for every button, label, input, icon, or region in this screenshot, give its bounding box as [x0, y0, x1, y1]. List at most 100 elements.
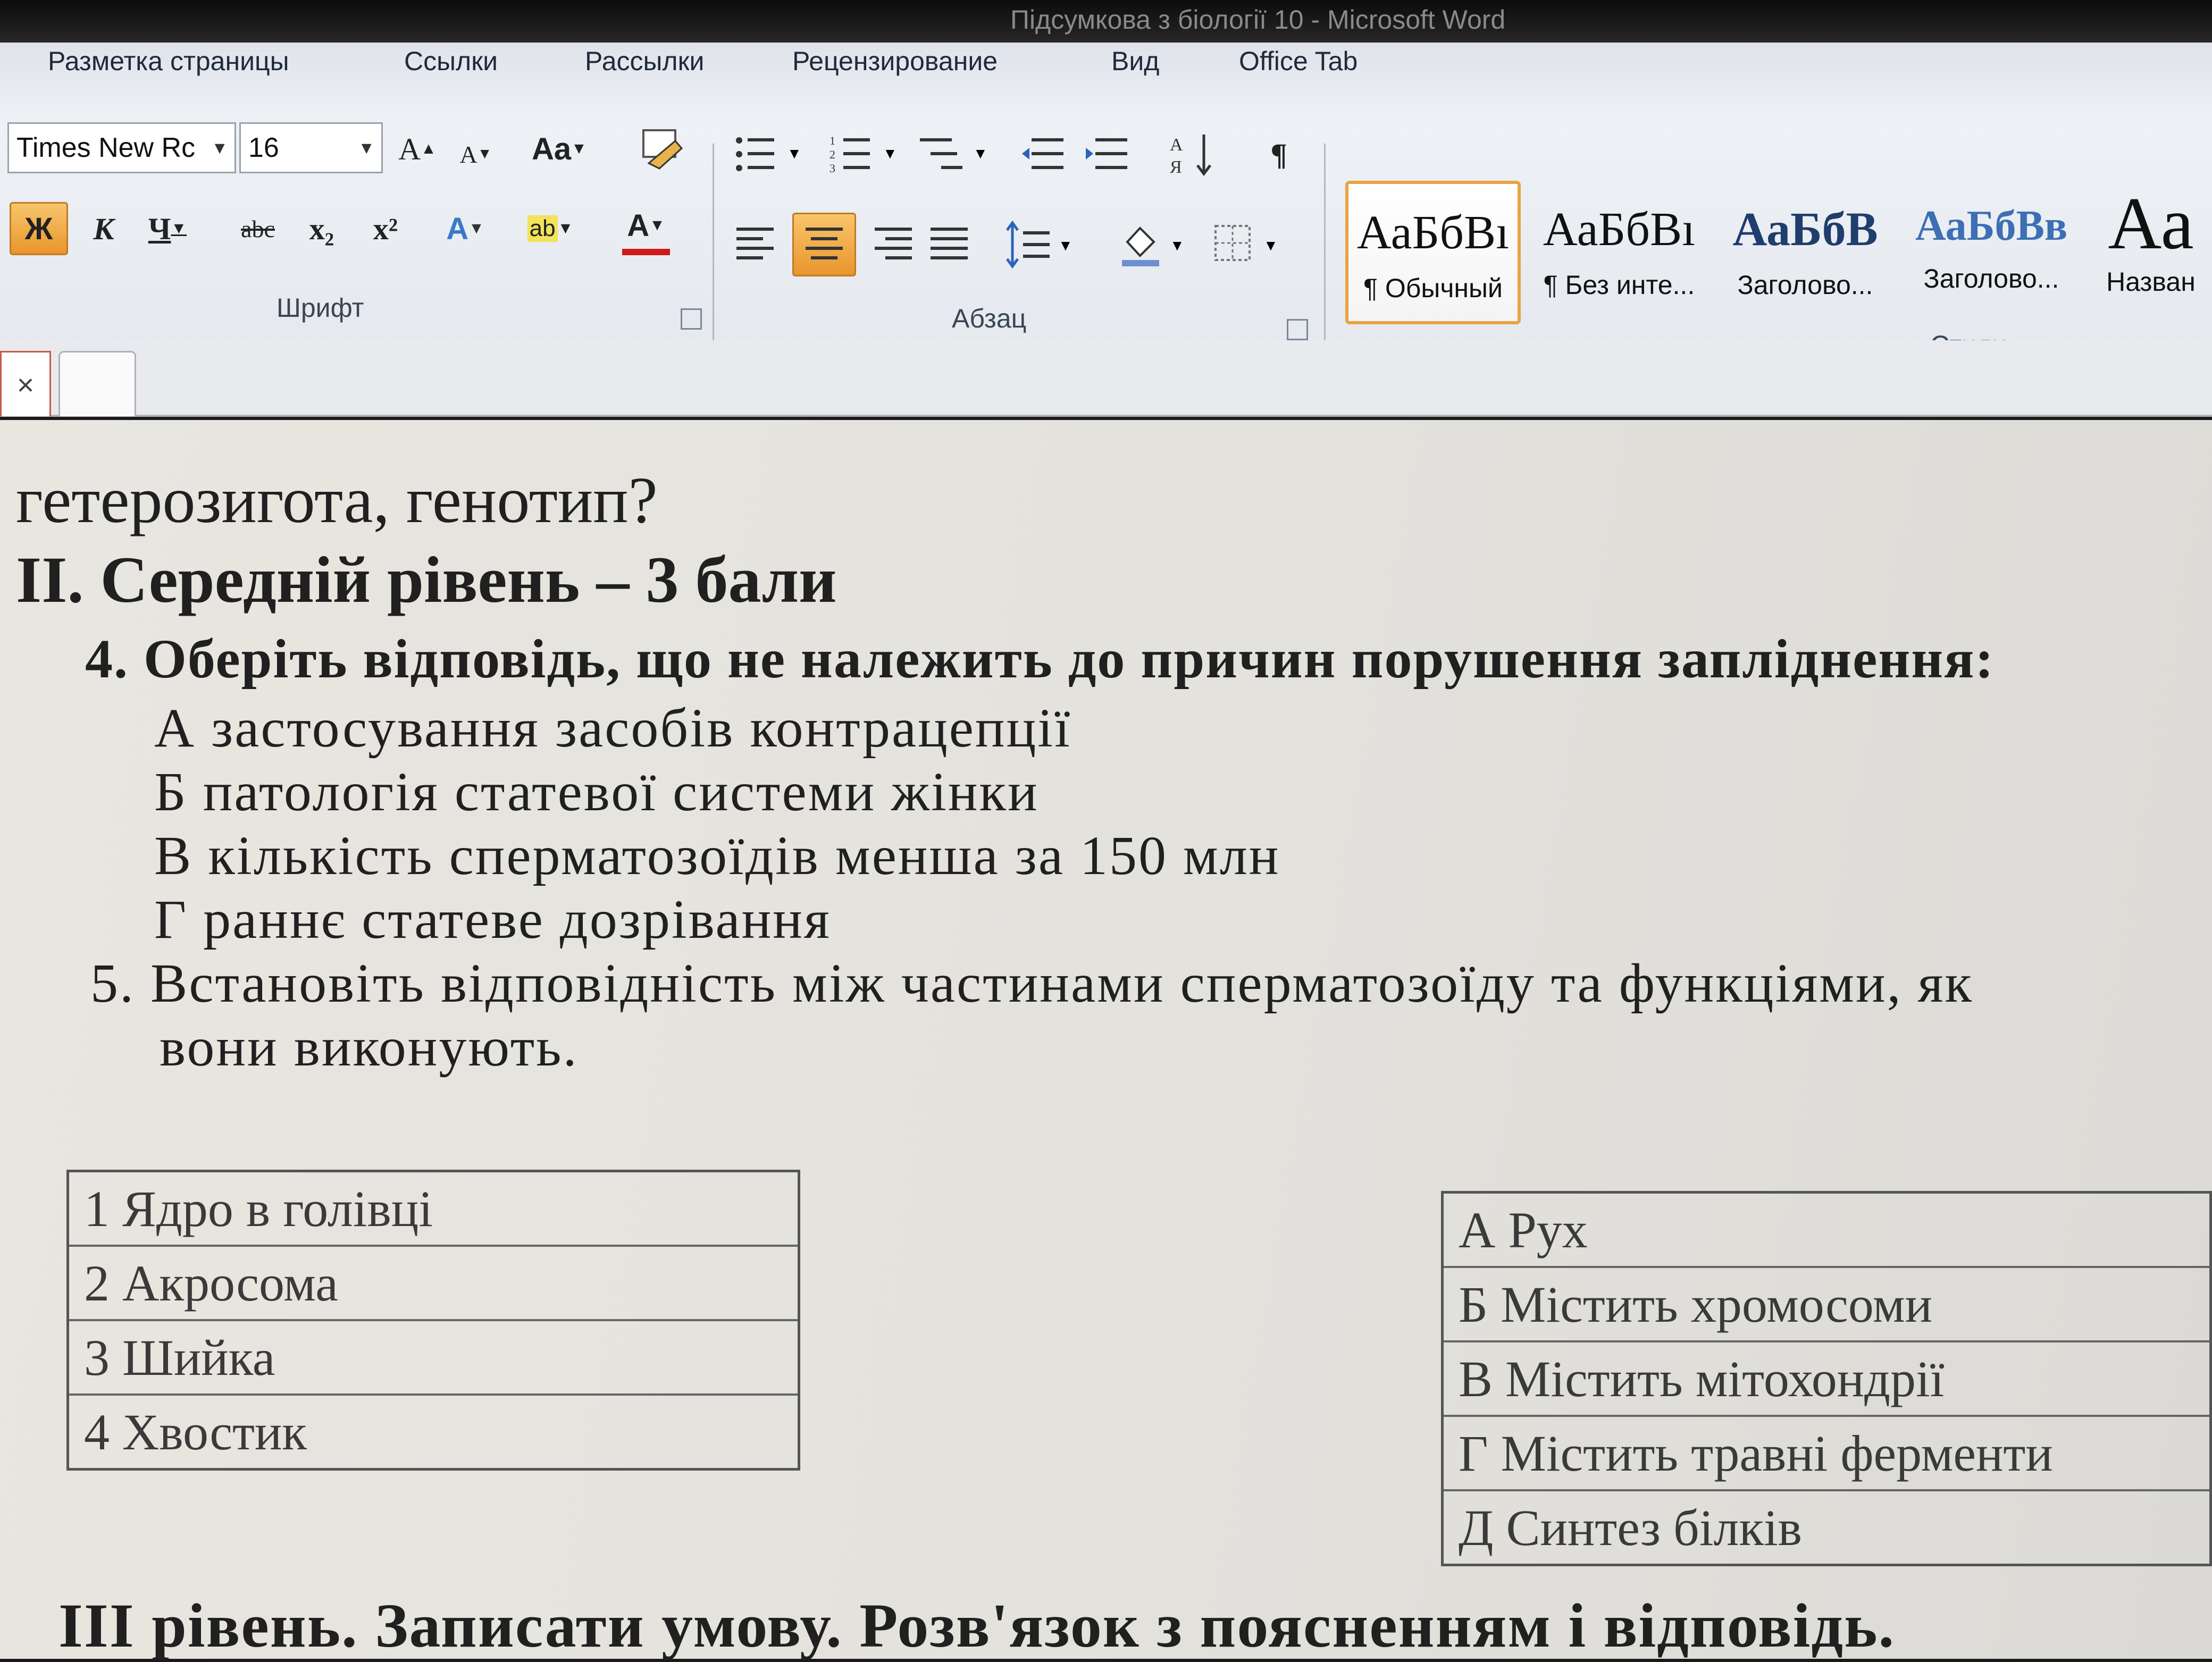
style-heading-2[interactable]: АаБбВв Заголово...	[1904, 181, 2079, 324]
style-name: ¶ Без инте...	[1543, 270, 1695, 300]
answer-option: В кількість сперматозоїдів менша за 150 …	[154, 825, 1280, 886]
svg-text:▼: ▼	[1170, 238, 1185, 254]
chevron-down-icon[interactable]: ▼	[358, 138, 375, 158]
italic-button[interactable]: К	[80, 202, 128, 255]
title-bar: Підсумкова з біології 10 - Microsoft Wor…	[0, 0, 2212, 48]
ribbon-tabs: Разметка страницы Ссылки Рассылки Реценз…	[0, 43, 2212, 112]
increase-indent-icon[interactable]	[1085, 128, 1133, 181]
table-cell: А Рух	[1441, 1191, 2212, 1268]
table-row: 2 Акросома	[66, 1245, 800, 1321]
clear-format-icon	[642, 129, 683, 170]
question-5: 5. Встановіть відповідність між частинам…	[90, 953, 1974, 1014]
highlight-button[interactable]: ab ▼	[526, 202, 574, 255]
table-cell: 1 Ядро в голівці	[66, 1170, 800, 1247]
paragraph-dialog-launcher-icon[interactable]	[1287, 319, 1308, 340]
text-line: гетерозигота, генотип?	[16, 464, 658, 536]
numbering-icon[interactable]: 1 2 3 ▼	[830, 128, 899, 181]
font-dialog-launcher-icon[interactable]	[681, 308, 702, 330]
svg-text:A: A	[1170, 135, 1183, 155]
table-row: 4 Хвостик	[66, 1394, 800, 1471]
tab-office-tab[interactable]: Office Tab	[1239, 46, 1358, 77]
document-tab[interactable]	[58, 351, 136, 416]
style-name: Заголово...	[1737, 270, 1873, 300]
question-4: 4. Оберіть відповідь, що не належить до …	[85, 628, 1995, 690]
svg-text:▼: ▼	[787, 146, 802, 162]
tab-page-layout[interactable]: Разметка страницы	[48, 46, 289, 77]
style-no-spacing[interactable]: АаБбВı ¶ Без инте...	[1531, 181, 1707, 324]
decrease-indent-icon	[1022, 138, 1063, 169]
tab-references[interactable]: Ссылки	[404, 46, 498, 77]
text-effects-button[interactable]: A ▼	[441, 202, 489, 255]
table-row: 1 Ядро в голівці	[66, 1170, 800, 1247]
underline-button[interactable]: Ч ▼	[144, 202, 191, 255]
bullets-icon[interactable]: ▼	[734, 128, 803, 181]
svg-text:▼: ▼	[1263, 238, 1278, 254]
grow-font-button[interactable]: A ▲	[393, 122, 441, 175]
answer-option: Б патологія статевої системи жінки	[154, 761, 1039, 822]
tab-view[interactable]: Вид	[1111, 46, 1159, 77]
shading-icon: ▼	[1122, 226, 1185, 266]
superscript-button[interactable]: x²	[362, 202, 409, 255]
align-left-icon[interactable]	[734, 218, 782, 271]
sort-icon: AЯ	[1170, 135, 1211, 177]
tab-mailings[interactable]: Рассылки	[585, 46, 704, 77]
style-name: Заголово...	[1923, 264, 2059, 293]
window-title: Підсумкова з біології 10 - Microsoft Wor…	[1010, 5, 1506, 35]
svg-text:▼: ▼	[973, 146, 988, 162]
multilevel-list-icon: ▼	[920, 138, 988, 169]
style-sample: АаБбВв	[1915, 203, 2068, 249]
align-center-icon	[806, 228, 843, 259]
shading-icon[interactable]: ▼	[1117, 218, 1191, 271]
table-row: Г Містить травні ферменти	[1441, 1415, 2212, 1491]
table-row: Д Синтез білків	[1441, 1489, 2212, 1566]
clear-format-icon[interactable]	[638, 122, 686, 175]
font-size-combo[interactable]: 16 ▼	[239, 122, 383, 173]
close-icon[interactable]: ×	[0, 351, 51, 416]
borders-icon[interactable]: ▼	[1212, 218, 1287, 271]
paragraph-group-label: Абзац	[952, 304, 1027, 333]
tab-review[interactable]: Рецензирование	[792, 46, 998, 77]
svg-text:3: 3	[830, 162, 835, 175]
match-table-left: 1 Ядро в голівці 2 Акросома 3 Шийка 4 Хв…	[66, 1170, 800, 1471]
svg-text:1: 1	[830, 134, 835, 147]
table-cell: 3 Шийка	[66, 1319, 800, 1396]
style-heading-1[interactable]: АаБбВ Заголово...	[1717, 181, 1893, 324]
line-spacing-icon: ▼	[1006, 221, 1073, 268]
align-left-icon	[736, 228, 774, 259]
style-title[interactable]: Аа Назван	[2090, 181, 2212, 324]
answer-option: Г раннє статеве дозрівання	[154, 889, 831, 950]
shrink-font-button[interactable]: A ▼	[452, 128, 500, 181]
borders-icon: ▼	[1214, 225, 1278, 261]
answer-option: А застосування засобів контрацепції	[154, 698, 1072, 759]
table-cell: 4 Хвостик	[66, 1394, 800, 1471]
table-cell: Г Містить травні ферменти	[1441, 1415, 2212, 1491]
numbering-icon: 123 ▼	[830, 134, 898, 175]
change-case-button[interactable]: Aa ▼	[532, 122, 587, 175]
justify-icon[interactable]	[925, 218, 973, 271]
table-row: В Містить мітохондрії	[1441, 1340, 2212, 1417]
style-sample: АаБбВı	[1356, 206, 1510, 259]
document-tab-strip: ×	[0, 340, 2212, 417]
decrease-indent-icon[interactable]	[1021, 128, 1069, 181]
group-separator	[1324, 144, 1326, 356]
table-row: 3 Шийка	[66, 1319, 800, 1396]
show-formatting-button[interactable]: ¶	[1255, 128, 1303, 181]
align-right-icon[interactable]	[867, 218, 915, 271]
strikethrough-button[interactable]: abc	[234, 202, 282, 255]
section-heading: II. Середній рівень – 3 бали	[16, 543, 837, 616]
chevron-down-icon[interactable]: ▼	[211, 138, 228, 158]
line-spacing-icon[interactable]: ▼	[1005, 218, 1079, 271]
font-color-button[interactable]: A ▼	[622, 202, 670, 255]
font-size-value: 16	[248, 132, 279, 163]
style-normal[interactable]: АаБбВı ¶ Обычный	[1345, 181, 1521, 324]
sort-icon[interactable]: AЯ	[1170, 128, 1218, 181]
style-sample: АаБбВ	[1732, 203, 1878, 256]
svg-text:▼: ▼	[883, 146, 898, 162]
font-name-combo[interactable]: Times New Rc ▼	[7, 122, 236, 173]
document-page[interactable]: гетерозигота, генотип? II. Середній ріве…	[0, 420, 2212, 1660]
subscript-button[interactable]: x₂	[298, 202, 346, 255]
multilevel-list-icon[interactable]: ▼	[920, 128, 989, 181]
align-center-icon[interactable]	[792, 213, 856, 276]
bold-button[interactable]: Ж	[10, 202, 68, 255]
table-cell: Д Синтез білків	[1441, 1489, 2212, 1566]
